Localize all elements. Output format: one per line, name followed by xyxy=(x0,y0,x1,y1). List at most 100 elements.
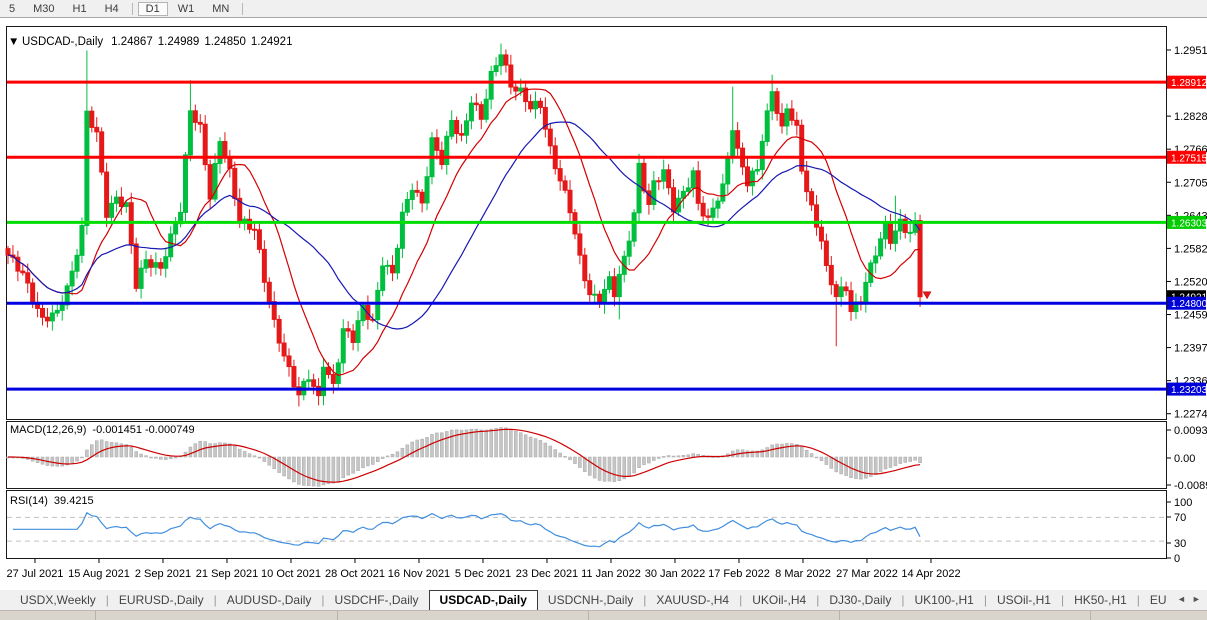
candle-body xyxy=(538,101,542,107)
candle-body xyxy=(578,234,582,255)
date-axis-label: 5 Dec 2021 xyxy=(455,568,511,580)
tab-hk50-h1[interactable]: HK50-,H1 xyxy=(1064,591,1137,610)
candle-body xyxy=(95,127,99,131)
date-axis-label: 15 Aug 2021 xyxy=(68,568,130,580)
macd-histogram-bar xyxy=(618,457,621,481)
date-axis-label: 27 Jul 2021 xyxy=(7,568,64,580)
rsi-panel[interactable] xyxy=(7,491,1167,559)
tab-audusd-daily[interactable]: AUDUSD-,Daily xyxy=(217,591,322,610)
macd-histogram-bar xyxy=(884,457,887,469)
candle-body xyxy=(662,170,666,181)
macd-histogram-bar xyxy=(909,457,912,462)
candle-body xyxy=(588,281,592,295)
macd-histogram-bar xyxy=(342,457,345,478)
candle-body xyxy=(819,227,823,241)
price-axis-tick-label: 1.22745 xyxy=(1174,409,1207,421)
candle-body xyxy=(415,190,419,192)
price-axis-tick-label: 1.29510 xyxy=(1174,45,1207,57)
candle-body xyxy=(277,319,281,343)
macd-histogram-bar xyxy=(278,457,281,473)
candle-body xyxy=(322,367,326,395)
price-axis-badge-label: 1.23203 xyxy=(1171,385,1207,396)
macd-histogram-bar xyxy=(194,444,197,457)
candle-body xyxy=(893,231,897,243)
tab-uk100-h1[interactable]: UK100-,H1 xyxy=(904,591,983,610)
candle-body xyxy=(849,291,853,312)
tab-xauusd-h4[interactable]: XAUUSD-,H4 xyxy=(646,591,739,610)
macd-histogram-bar xyxy=(564,456,567,457)
macd-histogram-bar xyxy=(731,451,734,457)
candle-body xyxy=(45,317,49,321)
tab-usdchf-daily[interactable]: USDCHF-,Daily xyxy=(325,591,429,610)
macd-histogram-bar xyxy=(805,450,808,457)
macd-histogram-bar xyxy=(854,457,857,479)
candle-body xyxy=(775,92,779,114)
candle-body xyxy=(864,282,868,303)
macd-histogram-bar xyxy=(283,457,286,476)
candle-body xyxy=(341,329,345,363)
candle-body xyxy=(144,260,148,268)
candle-body xyxy=(134,244,138,288)
rsi-axis-label: 100 xyxy=(1174,497,1192,509)
candle-body xyxy=(400,212,404,248)
candle-body xyxy=(686,188,690,191)
date-axis-label: 14 Apr 2022 xyxy=(901,568,960,580)
macd-histogram-bar xyxy=(874,457,877,474)
macd-histogram-bar xyxy=(430,434,433,457)
tab-usoil-h1[interactable]: USOil-,H1 xyxy=(987,591,1061,610)
candle-body xyxy=(795,120,799,125)
ohlc-low: 1.24850 xyxy=(204,36,246,48)
macd-histogram-bar xyxy=(258,457,261,458)
candle-body xyxy=(193,111,197,123)
macd-histogram-bar xyxy=(243,451,246,457)
macd-histogram-bar xyxy=(914,457,917,460)
tab-usdcnh-daily[interactable]: USDCNH-,Daily xyxy=(538,591,643,610)
collapse-chart-icon[interactable]: ▼ xyxy=(8,36,19,48)
candle-body xyxy=(617,274,621,296)
candle-body xyxy=(114,197,118,203)
tab-ukoil-h4[interactable]: UKOil-,H4 xyxy=(742,591,816,610)
candle-body xyxy=(504,55,508,65)
macd-histogram-bar xyxy=(662,456,665,457)
macd-histogram-bar xyxy=(623,457,626,479)
macd-histogram-bar xyxy=(61,457,64,466)
macd-histogram-bar xyxy=(307,457,310,486)
tab-eu[interactable]: EU xyxy=(1140,591,1177,610)
tab-usdx-weekly[interactable]: USDX,Weekly xyxy=(10,591,106,610)
candle-body xyxy=(696,171,700,204)
macd-histogram-bar xyxy=(174,457,177,458)
candle-body xyxy=(499,55,503,66)
macd-histogram-bar xyxy=(204,442,207,457)
macd-histogram-bar xyxy=(810,454,813,457)
macd-histogram-bar xyxy=(357,457,360,471)
macd-histogram-bar xyxy=(771,445,774,457)
candle-body xyxy=(489,72,493,100)
macd-histogram-bar xyxy=(638,457,641,468)
tab-usdcad-daily[interactable]: USDCAD-,Daily xyxy=(429,590,538,610)
candle-body xyxy=(262,249,266,282)
candle-body xyxy=(765,111,769,142)
macd-histogram-bar xyxy=(904,457,907,462)
candle-body xyxy=(642,163,646,190)
tab-scroll-right-icon[interactable]: ► xyxy=(1192,594,1201,604)
candle-body xyxy=(834,285,838,297)
tab-dj30-daily[interactable]: DJ30-,Daily xyxy=(819,591,901,610)
macd-histogram-bar xyxy=(539,440,542,457)
macd-axis-label: -0.008902 xyxy=(1174,480,1207,492)
macd-histogram-bar xyxy=(445,431,448,457)
macd-histogram-bar xyxy=(500,428,503,457)
candle-body xyxy=(637,163,641,212)
candle-body xyxy=(583,255,587,281)
chart-area[interactable]: 1.295101.282801.276651.270501.264351.258… xyxy=(0,0,1207,590)
candle-body xyxy=(85,111,89,225)
macd-histogram-bar xyxy=(677,456,680,457)
macd-histogram-bar xyxy=(840,457,843,474)
tab-scroll-left-icon[interactable]: ◄ xyxy=(1177,594,1186,604)
candle-body xyxy=(26,273,30,283)
candle-body xyxy=(198,122,202,124)
tab-eurusd-daily[interactable]: EURUSD-,Daily xyxy=(109,591,214,610)
macd-histogram-bar xyxy=(80,457,83,458)
macd-histogram-bar xyxy=(879,457,882,472)
macd-histogram-bar xyxy=(347,457,350,475)
candle-body xyxy=(691,171,695,188)
